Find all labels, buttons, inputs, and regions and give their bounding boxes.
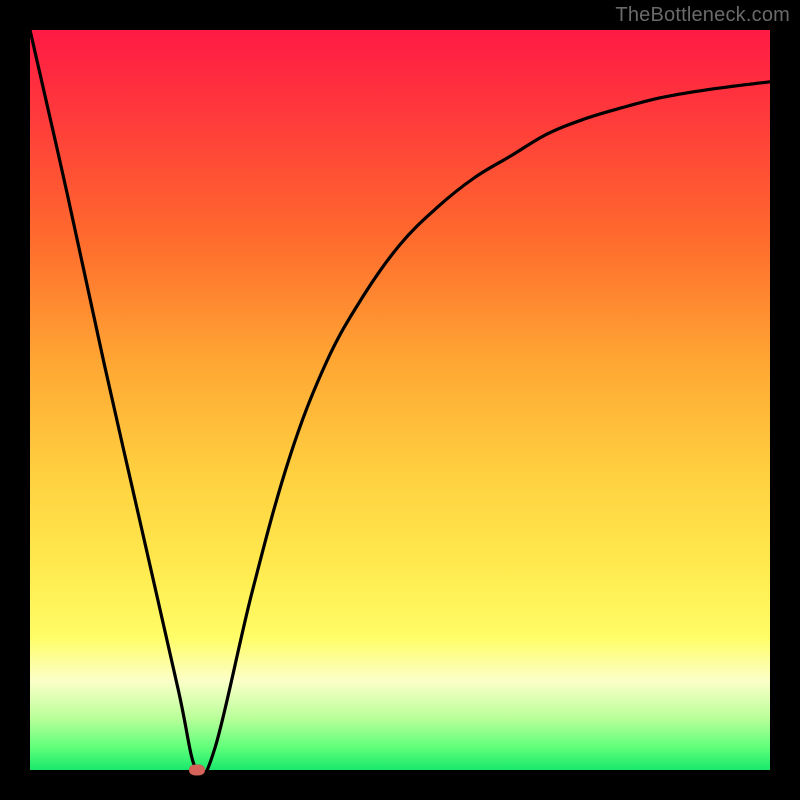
- chart-stage: TheBottleneck.com: [0, 0, 800, 800]
- attribution-text: TheBottleneck.com: [615, 4, 790, 27]
- bottleneck-curve: [30, 30, 770, 770]
- curve-path: [30, 30, 770, 770]
- plot-area: [30, 30, 770, 770]
- minimum-marker: [189, 765, 205, 776]
